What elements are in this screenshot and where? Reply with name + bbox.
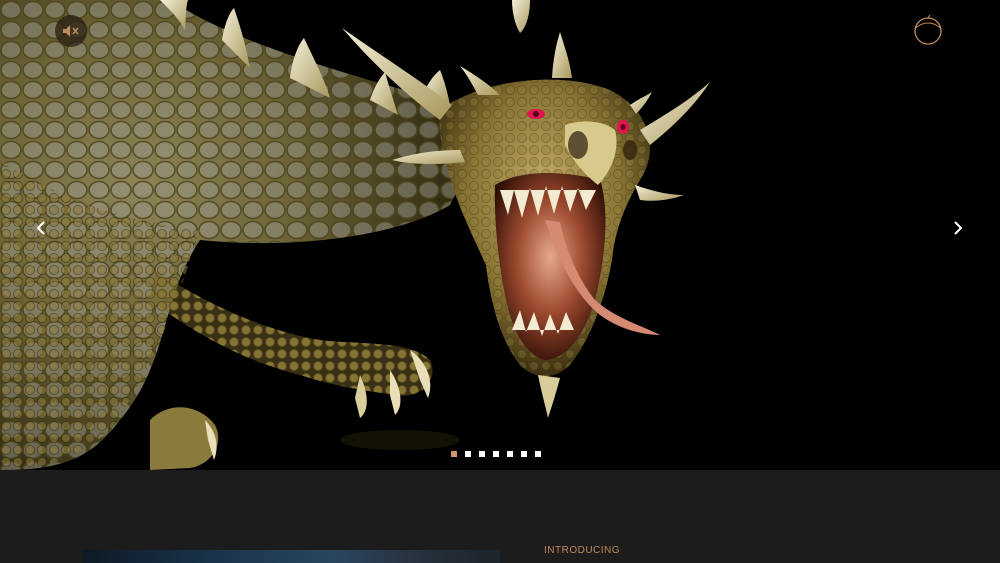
page: INTRODUCING bbox=[0, 0, 1000, 563]
hero-slide-image bbox=[0, 0, 710, 470]
chevron-left-icon bbox=[36, 221, 45, 235]
intro-video-thumbnail[interactable] bbox=[83, 550, 500, 563]
hero-slider bbox=[0, 0, 1000, 470]
mute-toggle-button[interactable] bbox=[55, 15, 87, 47]
slide-indicators bbox=[451, 451, 541, 457]
intro-label: INTRODUCING bbox=[544, 545, 621, 556]
chevron-right-icon bbox=[954, 221, 963, 235]
slide-indicator-dot[interactable] bbox=[451, 451, 457, 457]
intro-section: INTRODUCING bbox=[0, 470, 1000, 563]
brand-orbit-logo[interactable] bbox=[910, 12, 946, 48]
slide-indicator-dot[interactable] bbox=[493, 451, 499, 457]
slide-indicator-dot[interactable] bbox=[479, 451, 485, 457]
previous-slide-button[interactable] bbox=[29, 214, 53, 242]
next-slide-button[interactable] bbox=[946, 214, 970, 242]
slide-indicator-dot[interactable] bbox=[465, 451, 471, 457]
slide-indicator-dot[interactable] bbox=[521, 451, 527, 457]
slide-indicator-dot[interactable] bbox=[507, 451, 513, 457]
slide-indicator-dot[interactable] bbox=[535, 451, 541, 457]
speaker-muted-icon bbox=[63, 25, 79, 37]
